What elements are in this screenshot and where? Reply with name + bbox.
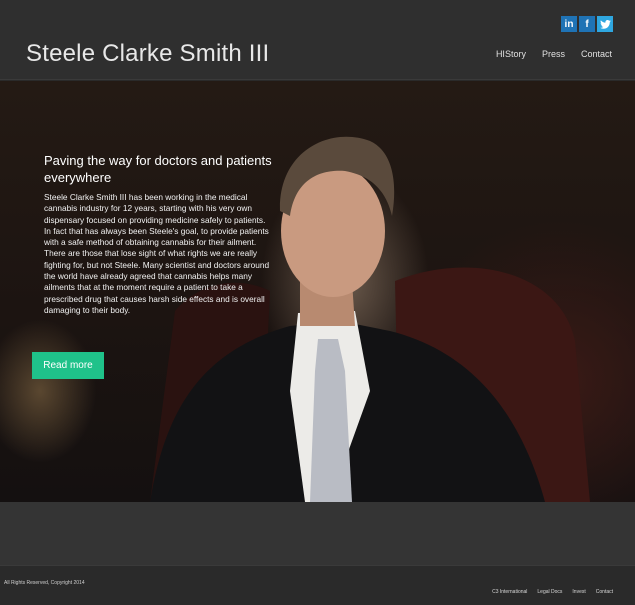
- linkedin-icon[interactable]: in: [561, 16, 577, 32]
- footer-link-invest[interactable]: Invest: [572, 589, 585, 595]
- site-footer: All Rights Reserved, Copyright 2014 C3 I…: [0, 565, 635, 605]
- footer-link-c3-international[interactable]: C3 International: [492, 589, 527, 595]
- social-links: in f: [561, 16, 613, 32]
- facebook-icon[interactable]: f: [579, 16, 595, 32]
- nav-item-press[interactable]: Press: [542, 49, 565, 59]
- content-band: [0, 502, 635, 565]
- site-title[interactable]: Steele Clarke Smith III: [26, 40, 269, 68]
- hero-heading: Paving the way for doctors and patients …: [44, 153, 272, 185]
- footer-nav: C3 International Legal Docs Invest Conta…: [492, 589, 613, 595]
- read-more-button[interactable]: Read more: [32, 352, 104, 379]
- hero-section: Paving the way for doctors and patients …: [0, 81, 635, 502]
- nav-item-contact[interactable]: Contact: [581, 49, 612, 59]
- site-header: Steele Clarke Smith III in f HIStory Pre…: [0, 0, 635, 80]
- twitter-icon[interactable]: [597, 16, 613, 32]
- footer-link-legal-docs[interactable]: Legal Docs: [537, 589, 562, 595]
- main-nav: HIStory Press Contact: [496, 49, 612, 59]
- hero-body: Steele Clarke Smith III has been working…: [44, 192, 270, 315]
- nav-item-history[interactable]: HIStory: [496, 49, 526, 59]
- hero-text-block: Paving the way for doctors and patients …: [44, 152, 274, 316]
- footer-link-contact[interactable]: Contact: [596, 589, 613, 595]
- copyright-text: All Rights Reserved, Copyright 2014: [4, 580, 85, 586]
